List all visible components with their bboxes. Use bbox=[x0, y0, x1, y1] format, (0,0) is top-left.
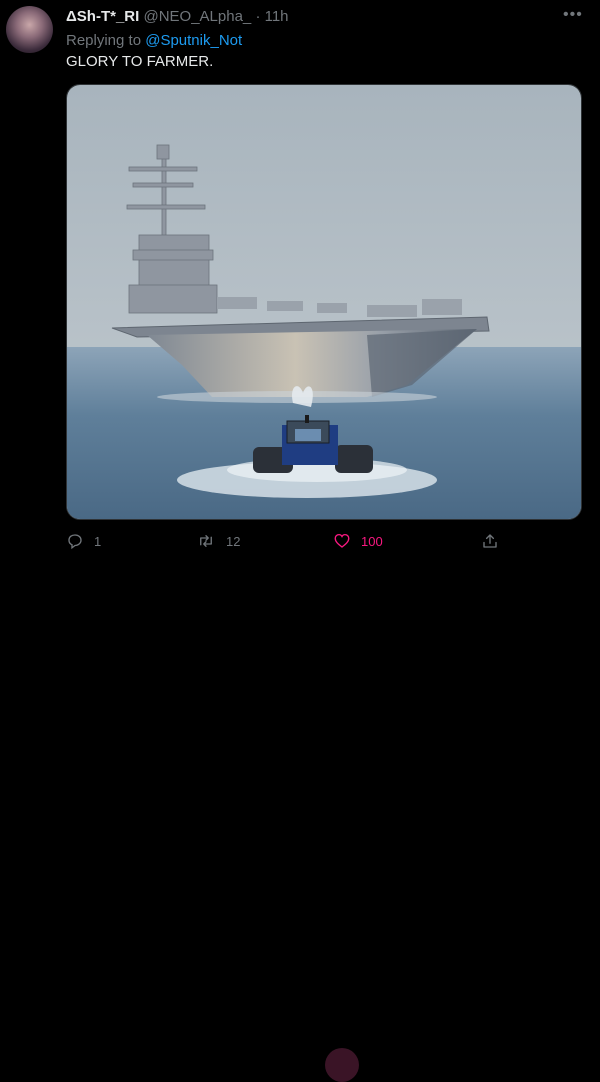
reply-button[interactable]: 1 bbox=[66, 532, 101, 550]
replying-to-label: Replying to bbox=[66, 32, 142, 49]
tweet-header: ΔSh-T*_RI @NEO_ALpha_ · 11h bbox=[66, 8, 289, 25]
separator-dot: · bbox=[255, 8, 261, 25]
user-handle[interactable]: @NEO_ALpha_ bbox=[143, 8, 251, 25]
share-button[interactable] bbox=[481, 532, 509, 550]
replying-to: Replying to @Sputnik_Not bbox=[66, 32, 242, 49]
retweet-button[interactable]: 12 bbox=[196, 532, 240, 550]
replying-to-link[interactable]: @Sputnik_Not bbox=[145, 32, 242, 49]
like-highlight bbox=[325, 1048, 359, 1082]
reply-count: 1 bbox=[94, 533, 102, 549]
like-button[interactable]: 100 bbox=[333, 532, 383, 550]
tweet-actions: 1 12 100 bbox=[0, 524, 600, 1082]
avatar[interactable] bbox=[6, 6, 53, 53]
carrier-and-tractor-photo bbox=[67, 85, 581, 519]
timestamp[interactable]: 11h bbox=[265, 8, 289, 25]
tweet[interactable]: ΔSh-T*_RI @NEO_ALpha_ · 11h ••• Replying… bbox=[0, 0, 600, 1082]
reply-icon bbox=[68, 534, 82, 550]
tweet-image[interactable] bbox=[66, 84, 582, 520]
share-icon bbox=[483, 534, 497, 548]
display-name[interactable]: ΔSh-T*_RI bbox=[66, 8, 139, 25]
heart-icon bbox=[334, 533, 350, 548]
retweet-count: 12 bbox=[226, 533, 241, 549]
tweet-text: GLORY TO FARMER. bbox=[66, 53, 214, 70]
retweet-icon bbox=[200, 535, 212, 547]
like-count: 100 bbox=[361, 533, 383, 549]
more-horizontal-icon[interactable]: ••• bbox=[563, 6, 583, 24]
